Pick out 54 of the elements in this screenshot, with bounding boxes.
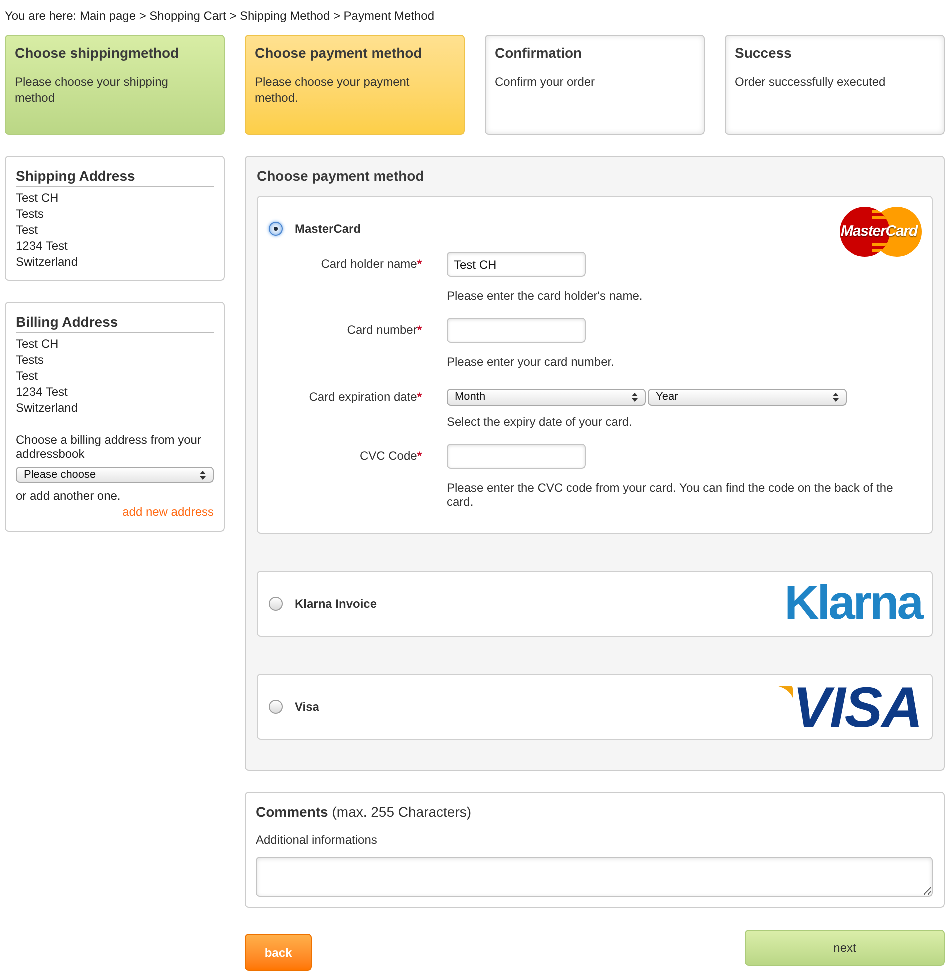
field-hint: Please enter the CVC code from your card. You can find the code on the back of the card.	[447, 481, 894, 509]
alternative-text: or add another one.	[16, 489, 122, 503]
card-title: Billing Address	[16, 314, 214, 333]
select-dropdown[interactable]: Month	[447, 389, 646, 406]
step-title: Choose payment method	[255, 45, 424, 62]
address-line: Switzerland	[16, 400, 80, 416]
field-label: Card number*	[346, 322, 422, 339]
field-hint: Select the expiry date of your card.	[447, 415, 634, 429]
field-label: CVC Code*	[358, 448, 422, 465]
field-hint: Please enter the card holder's name.	[447, 289, 644, 303]
radio-button[interactable]	[269, 222, 283, 236]
comments-label: Additional informations	[256, 833, 378, 847]
radio-button[interactable]	[269, 597, 283, 611]
step-title: Success	[735, 45, 793, 62]
updown-arrows-icon	[200, 470, 206, 480]
address-line: 1234 Test	[16, 384, 69, 400]
comments-title: Comments (max. 255 Characters)	[256, 804, 473, 820]
input-field[interactable]	[447, 444, 586, 469]
step-text: Confirm your order	[495, 74, 596, 90]
step-text: Order successfully executed	[735, 74, 887, 90]
updown-arrows-icon	[833, 393, 839, 402]
billing-prompt: Choose a billing address from your addressbook	[16, 433, 202, 461]
swoosh-icon	[776, 686, 793, 698]
card-title: Shipping Address	[16, 168, 214, 187]
address-line: Test	[16, 222, 40, 238]
updown-arrows-icon	[632, 393, 638, 402]
field-label: Card expiration date*	[308, 389, 422, 406]
method-label[interactable]: Klarna Invoice	[295, 597, 378, 611]
address-line: Test CH	[16, 190, 60, 206]
address-select[interactable]: Please choose	[16, 467, 214, 483]
method-label[interactable]: MasterCard	[295, 222, 362, 236]
field-hint: Please enter your card number.	[447, 355, 616, 369]
address-line: Tests	[16, 352, 46, 368]
field-label: Card holder name*	[320, 256, 422, 273]
input-field[interactable]	[447, 318, 586, 343]
address-line: Test CH	[16, 336, 60, 352]
address-line: 1234 Test	[16, 238, 69, 254]
logo-text: VISA	[792, 686, 922, 728]
comments-field[interactable]	[256, 857, 933, 897]
input-field[interactable]: Test CH	[447, 252, 586, 277]
address-line: Switzerland	[16, 254, 80, 270]
step-text: Please choose your payment method.	[255, 74, 411, 106]
step-title: Choose shippingmethod	[15, 45, 180, 62]
address-line: Tests	[16, 206, 46, 222]
radio-button[interactable]	[269, 700, 283, 714]
address-line: Test	[16, 368, 40, 384]
method-label[interactable]: Visa	[295, 700, 320, 714]
logo-text: Klarna	[784, 585, 922, 623]
breadcrumb: You are here: Main page > Shopping Cart > Shipping Method > Payment Method	[5, 9, 436, 23]
next-button[interactable]: next	[745, 930, 945, 966]
select-dropdown[interactable]: Year	[648, 389, 847, 406]
step-title: Confirmation	[495, 45, 584, 62]
step-text: Please choose your shipping method	[15, 74, 170, 106]
panel-title: Choose payment method	[257, 168, 426, 185]
